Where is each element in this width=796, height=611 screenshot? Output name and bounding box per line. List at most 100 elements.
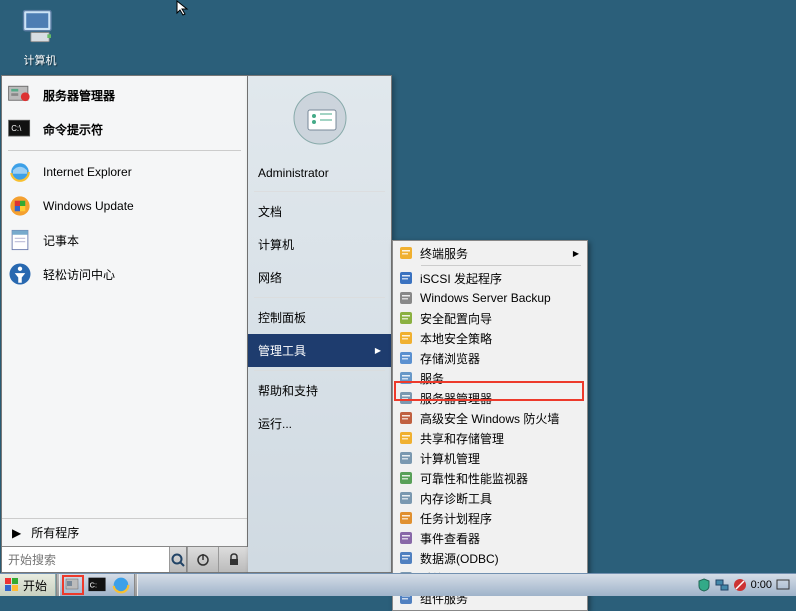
app-ease[interactable]: 轻松访问中心: [2, 257, 247, 291]
all-programs-label: 所有程序: [31, 524, 79, 541]
separator: [421, 265, 581, 266]
app-cmd[interactable]: C:\ 命令提示符: [2, 112, 247, 146]
app-label: 服务器管理器: [43, 87, 115, 104]
tool-icon: [396, 470, 416, 486]
app-label: 记事本: [43, 232, 79, 249]
tool-icon: [396, 530, 416, 546]
rcol-network[interactable]: 网络: [248, 261, 391, 294]
tool-icon: [396, 550, 416, 566]
notepad-icon: [6, 226, 34, 254]
lock-button[interactable]: [218, 547, 249, 572]
arrow-right-icon: ▶: [573, 249, 579, 258]
computer-icon: [18, 5, 62, 49]
search-input[interactable]: [2, 547, 169, 572]
tray-security-icon[interactable]: [697, 578, 711, 592]
submenu-item[interactable]: 本地安全策略: [395, 328, 585, 348]
submenu-item[interactable]: 服务: [395, 368, 585, 388]
submenu-label: 高级安全 Windows 防火墙: [420, 410, 559, 427]
tray-volume-icon[interactable]: [733, 578, 747, 592]
rcol-admin-tools[interactable]: 管理工具 ▶: [248, 334, 391, 367]
admin-tools-submenu: 终端服务 ▶ iSCSI 发起程序 Windows Server Backup 安全配置…: [392, 240, 588, 611]
rcol-item-label: 管理工具: [258, 342, 306, 359]
server-icon: [64, 576, 82, 594]
cursor-icon: [176, 0, 192, 16]
rcol-control-panel[interactable]: 控制面板: [248, 301, 391, 334]
separator: [134, 574, 138, 596]
submenu-item[interactable]: 共享和存储管理: [395, 428, 585, 448]
submenu-label: 终端服务: [420, 245, 468, 262]
submenu-label: 服务: [420, 370, 444, 387]
rcol-run[interactable]: 运行...: [248, 407, 391, 440]
windows-flag-icon: [4, 577, 20, 593]
power-button[interactable]: [187, 547, 218, 572]
winupdate-icon: [6, 192, 34, 220]
rcol-admin[interactable]: Administrator: [248, 158, 391, 188]
ql-cmd[interactable]: C:: [86, 575, 108, 595]
taskbar: 开始 C: 0:00: [0, 573, 796, 596]
tray-clock[interactable]: 0:00: [751, 579, 772, 591]
submenu-item[interactable]: 内存诊断工具: [395, 488, 585, 508]
submenu-item[interactable]: Windows Server Backup: [395, 288, 585, 308]
start-label: 开始: [23, 577, 47, 594]
submenu-item[interactable]: 任务计划程序: [395, 508, 585, 528]
all-programs[interactable]: ▶ 所有程序: [2, 518, 247, 546]
app-server-manager[interactable]: 服务器管理器: [2, 78, 247, 112]
start-menu-apps: 服务器管理器 C:\ 命令提示符 Internet Explorer Window…: [2, 76, 247, 518]
submenu-label: 本地安全策略: [420, 330, 492, 347]
ql-server-manager[interactable]: [62, 575, 84, 595]
arrow-right-icon: ▶: [12, 526, 21, 540]
app-label: Internet Explorer: [43, 165, 132, 179]
submenu-item[interactable]: 服务器管理器: [395, 388, 585, 408]
ql-ie[interactable]: [110, 575, 132, 595]
show-desktop-icon[interactable]: [776, 578, 790, 592]
tool-icon: [396, 410, 416, 426]
start-button[interactable]: 开始: [0, 574, 56, 596]
power-icon: [196, 553, 210, 567]
tool-icon: [396, 290, 416, 306]
tool-icon: [396, 510, 416, 526]
arrow-right-icon: ▶: [375, 346, 381, 355]
tool-icon: [396, 310, 416, 326]
ie-icon: [6, 158, 34, 186]
submenu-item[interactable]: 高级安全 Windows 防火墙: [395, 408, 585, 428]
search-row: ▶: [2, 546, 247, 572]
tray-network-icon[interactable]: [715, 578, 729, 592]
submenu-label: 内存诊断工具: [420, 490, 492, 507]
quick-launch: C:: [60, 574, 134, 596]
rcol-documents[interactable]: 文档: [248, 195, 391, 228]
submenu-label: 存储浏览器: [420, 350, 480, 367]
lock-icon: [227, 553, 241, 567]
submenu-item[interactable]: 计算机管理: [395, 448, 585, 468]
tool-icon: [396, 245, 416, 261]
app-ie[interactable]: Internet Explorer: [2, 155, 247, 189]
search-button[interactable]: [169, 547, 186, 572]
submenu-item[interactable]: 存储浏览器: [395, 348, 585, 368]
app-notepad[interactable]: 记事本: [2, 223, 247, 257]
submenu-item[interactable]: 可靠性和性能监视器: [395, 468, 585, 488]
submenu-label: 数据源(ODBC): [420, 550, 499, 567]
tool-icon: [396, 330, 416, 346]
submenu-item[interactable]: 安全配置向导: [395, 308, 585, 328]
app-label: 轻松访问中心: [43, 266, 115, 283]
submenu-item[interactable]: 终端服务 ▶: [395, 243, 585, 263]
tool-icon: [396, 430, 416, 446]
submenu-item[interactable]: 数据源(ODBC): [395, 548, 585, 568]
separator: [8, 150, 241, 151]
rcol-computer[interactable]: 计算机: [248, 228, 391, 261]
system-tray: 0:00: [691, 574, 796, 596]
ease-icon: [6, 260, 34, 288]
rcol-help[interactable]: 帮助和支持: [248, 374, 391, 407]
app-winupdate[interactable]: Windows Update: [2, 189, 247, 223]
submenu-item[interactable]: 事件查看器: [395, 528, 585, 548]
submenu-label: 计算机管理: [420, 450, 480, 467]
user-picture: [290, 88, 350, 148]
separator: [254, 191, 385, 192]
desktop-icon-computer[interactable]: 计算机: [10, 5, 70, 68]
svg-text:C:\: C:\: [11, 124, 22, 133]
submenu-label: 事件查看器: [420, 530, 480, 547]
app-label: 命令提示符: [43, 121, 103, 138]
submenu-label: 共享和存储管理: [420, 430, 504, 447]
submenu-item[interactable]: iSCSI 发起程序: [395, 268, 585, 288]
submenu-label: Windows Server Backup: [420, 291, 551, 305]
cmd-icon: C:\: [6, 115, 34, 143]
